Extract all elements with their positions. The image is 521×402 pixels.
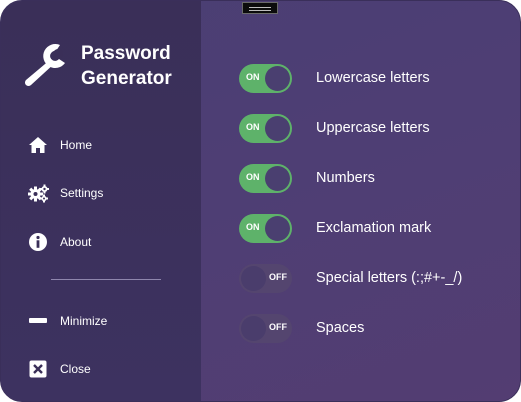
sidebar-item-label: Settings [60,186,104,200]
spaces-toggle[interactable]: OFF [239,313,292,343]
sidebar-divider [51,279,161,280]
sidebar-item-settings[interactable]: Settings [27,181,187,205]
option-label: Spaces [316,320,365,336]
uppercase-toggle[interactable]: ON [239,113,292,143]
minimize-icon [27,310,49,332]
special-letters-toggle[interactable]: OFF [239,263,292,293]
toggle-state-label: OFF [269,321,287,332]
option-row-special: OFF Special letters (:;#+-_/) [239,263,509,293]
option-label: Numbers [316,170,375,186]
sidebar-item-label: Home [60,138,93,152]
app-window: Password Generator Home Settings About M… [0,0,521,402]
toggle-knob [265,215,290,241]
option-label: Exclamation mark [316,220,432,236]
sidebar-item-about[interactable]: About [27,230,187,254]
toggle-knob [241,265,266,291]
exclamation-toggle[interactable]: ON [239,213,292,243]
option-row-spaces: OFF Spaces [239,313,509,343]
toggle-state-label: ON [246,71,260,82]
option-row-uppercase: ON Uppercase letters [239,113,509,143]
option-row-lowercase: ON Lowercase letters [239,63,509,93]
toggle-state-label: ON [246,171,260,182]
toggle-knob [265,165,290,191]
lowercase-toggle[interactable]: ON [239,63,292,93]
home-icon [27,134,49,156]
sidebar-item-label: About [60,235,92,249]
toggle-knob [265,115,290,141]
sidebar-item-label: Minimize [60,314,108,328]
numbers-toggle[interactable]: ON [239,163,292,193]
close-button[interactable]: Close [27,357,187,381]
option-label: Uppercase letters [316,120,430,136]
option-row-exclamation: ON Exclamation mark [239,213,509,243]
sidebar: Password Generator Home Settings About M… [1,1,201,401]
option-row-numbers: ON Numbers [239,163,509,193]
option-label: Special letters (:;#+-_/) [316,270,463,286]
wrench-icon [24,44,65,87]
sidebar-item-home[interactable]: Home [27,133,187,157]
toggle-knob [241,315,266,341]
info-icon [27,231,49,253]
window-drag-handle[interactable] [242,2,278,14]
toggle-state-label: OFF [269,271,287,282]
close-icon [27,358,49,380]
toggle-knob [265,65,290,91]
toggle-state-label: ON [246,221,260,232]
app-title: Password Generator [81,43,172,89]
gears-icon [27,182,49,204]
toggle-state-label: ON [246,121,260,132]
minimize-button[interactable]: Minimize [27,309,187,333]
sidebar-item-label: Close [60,362,91,376]
option-label: Lowercase letters [316,70,430,86]
